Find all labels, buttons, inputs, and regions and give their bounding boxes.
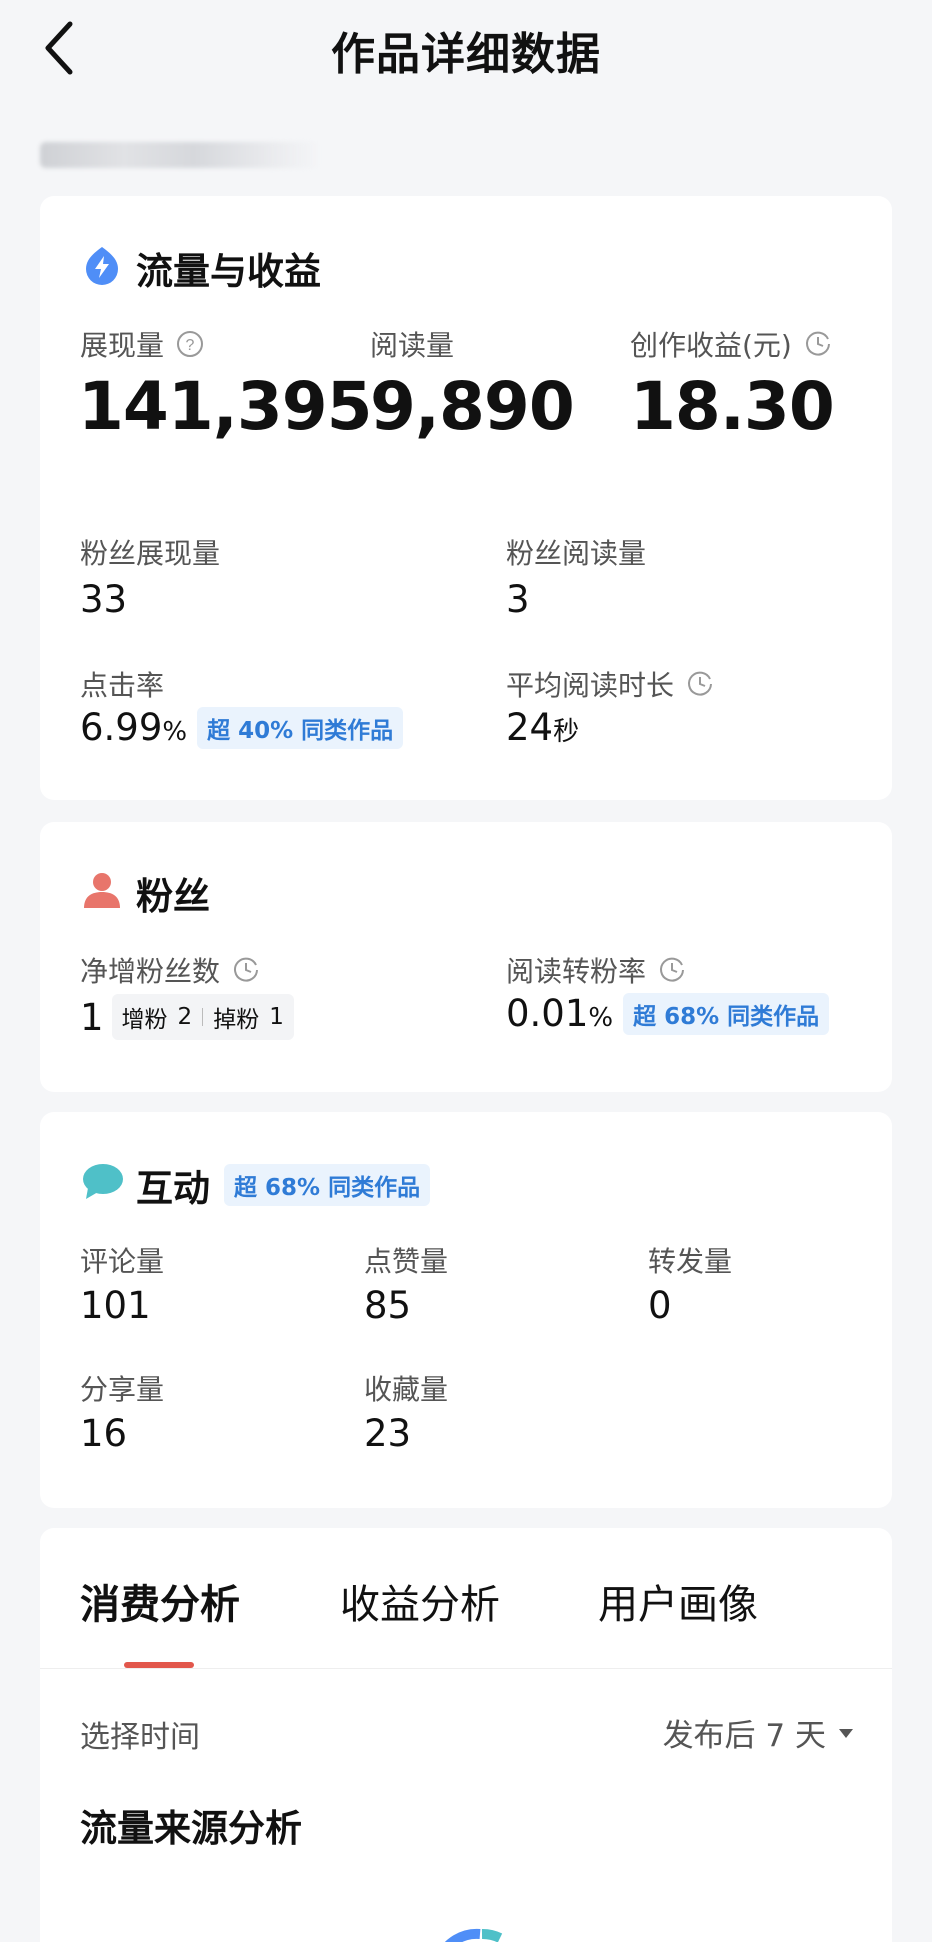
gain-label: 增粉 (121, 1007, 168, 1033)
tab-consumption-analysis[interactable]: 消费分析 (80, 1572, 240, 1630)
ctr-badge: 超 40% 同类作品 (197, 706, 404, 749)
divider (202, 1008, 204, 1026)
impressions-value: 141,395 (78, 368, 373, 445)
gain-loss-breakdown: 增粉 2 掉粉 1 (111, 994, 294, 1040)
impressions-label-row: 展现量 ? (80, 324, 204, 364)
section-title-traffic: 流量与收益 (136, 250, 321, 293)
analysis-card: 消费分析 收益分析 用户画像 选择时间 发布后 7 天 流量来源分析 (40, 1528, 892, 1942)
likes-label: 点赞量 (364, 1245, 449, 1278)
tabs-divider (40, 1668, 892, 1669)
avg-read-label-row: 平均阅读时长 (506, 664, 714, 704)
loss-label: 掉粉 (213, 1007, 260, 1033)
reposts-label: 转发量 (648, 1245, 733, 1278)
help-icon[interactable]: ? (176, 330, 204, 358)
reposts-value: 0 (648, 1284, 672, 1327)
revenue-label-row: 创作收益(元) (630, 324, 832, 364)
ctr-label: 点击率 (80, 669, 165, 702)
loss-value: 1 (269, 1004, 284, 1030)
shares-value: 16 (80, 1412, 128, 1455)
fan-icon (82, 870, 122, 910)
fans-card: 粉丝 净增粉丝数 1 增粉 2 掉粉 1 阅读转粉率 0.01% 超 68% 同… (40, 822, 892, 1092)
gain-value: 2 (177, 1004, 193, 1030)
donut-chart-partial (420, 1928, 540, 1942)
interaction-badge: 超 68% 同类作品 (224, 1164, 431, 1206)
avg-read-time-row: 24秒 (506, 706, 579, 749)
svg-text:?: ? (186, 337, 195, 354)
source-analysis-title: 流量来源分析 (80, 1807, 302, 1850)
ctr-row: 6.99% 超 40% 同类作品 (80, 706, 404, 749)
interaction-title-row: 互动 超 68% 同类作品 (136, 1158, 431, 1212)
net-gain-label-row: 净增粉丝数 (80, 950, 260, 990)
revenue-label: 创作收益(元) (630, 329, 792, 362)
avg-read-time-value: 24 (506, 706, 554, 749)
page-title: 作品详细数据 (331, 29, 601, 80)
net-gain-label: 净增粉丝数 (80, 955, 221, 988)
avg-read-time-unit: 秒 (553, 717, 580, 747)
blurred-article-title (40, 142, 320, 168)
time-filter-label: 选择时间 (80, 1720, 200, 1755)
conversion-label-row: 阅读转粉率 (506, 950, 686, 990)
section-title-interaction: 互动 (136, 1167, 210, 1210)
impressions-label: 展现量 (80, 329, 165, 362)
ctr-unit: % (162, 717, 188, 747)
chat-bubble-icon (82, 1162, 124, 1200)
clock-icon[interactable] (232, 956, 260, 984)
traffic-icon (82, 245, 122, 285)
conversion-value: 0.01 (506, 992, 589, 1035)
net-gain-row: 1 增粉 2 掉粉 1 (80, 994, 294, 1040)
clock-icon[interactable] (658, 956, 686, 984)
tab-revenue-analysis[interactable]: 收益分析 (340, 1572, 500, 1630)
conversion-label: 阅读转粉率 (506, 955, 647, 988)
ctr-value: 6.99 (80, 706, 163, 749)
section-title-fans: 粉丝 (136, 875, 210, 918)
conversion-row: 0.01% 超 68% 同类作品 (506, 992, 830, 1035)
conversion-badge: 超 68% 同类作品 (623, 992, 830, 1035)
likes-value: 85 (364, 1284, 412, 1327)
revenue-value: 18.30 (630, 368, 835, 445)
favorites-label: 收藏量 (364, 1373, 449, 1406)
net-gain-value: 1 (80, 995, 104, 1039)
traffic-card: 流量与收益 展现量 ? 141,395 阅读量 9,890 创作收益(元) 18… (40, 196, 892, 800)
reads-value: 9,890 (370, 368, 575, 445)
fan-impressions-value: 33 (80, 578, 128, 621)
clock-icon[interactable] (804, 330, 832, 358)
fan-reads-label: 粉丝阅读量 (506, 537, 647, 570)
fan-reads-value: 3 (506, 578, 530, 621)
clock-icon[interactable] (686, 670, 714, 698)
avg-read-time-label: 平均阅读时长 (506, 669, 675, 702)
caret-down-icon (839, 1728, 853, 1738)
comments-value: 101 (80, 1284, 151, 1327)
reads-label: 阅读量 (370, 329, 455, 362)
conversion-unit: % (588, 1003, 614, 1033)
tab-user-profile[interactable]: 用户画像 (598, 1572, 758, 1630)
fan-impressions-label: 粉丝展现量 (80, 537, 221, 570)
favorites-value: 23 (364, 1412, 412, 1455)
shares-label: 分享量 (80, 1373, 165, 1406)
interaction-card: 互动 超 68% 同类作品 评论量 101 点赞量 85 转发量 0 分享量 1… (40, 1112, 892, 1508)
time-filter-select[interactable]: 发布后 7 天 (663, 1710, 854, 1755)
time-filter-value: 发布后 7 天 (662, 1718, 826, 1754)
comments-label: 评论量 (80, 1245, 165, 1278)
